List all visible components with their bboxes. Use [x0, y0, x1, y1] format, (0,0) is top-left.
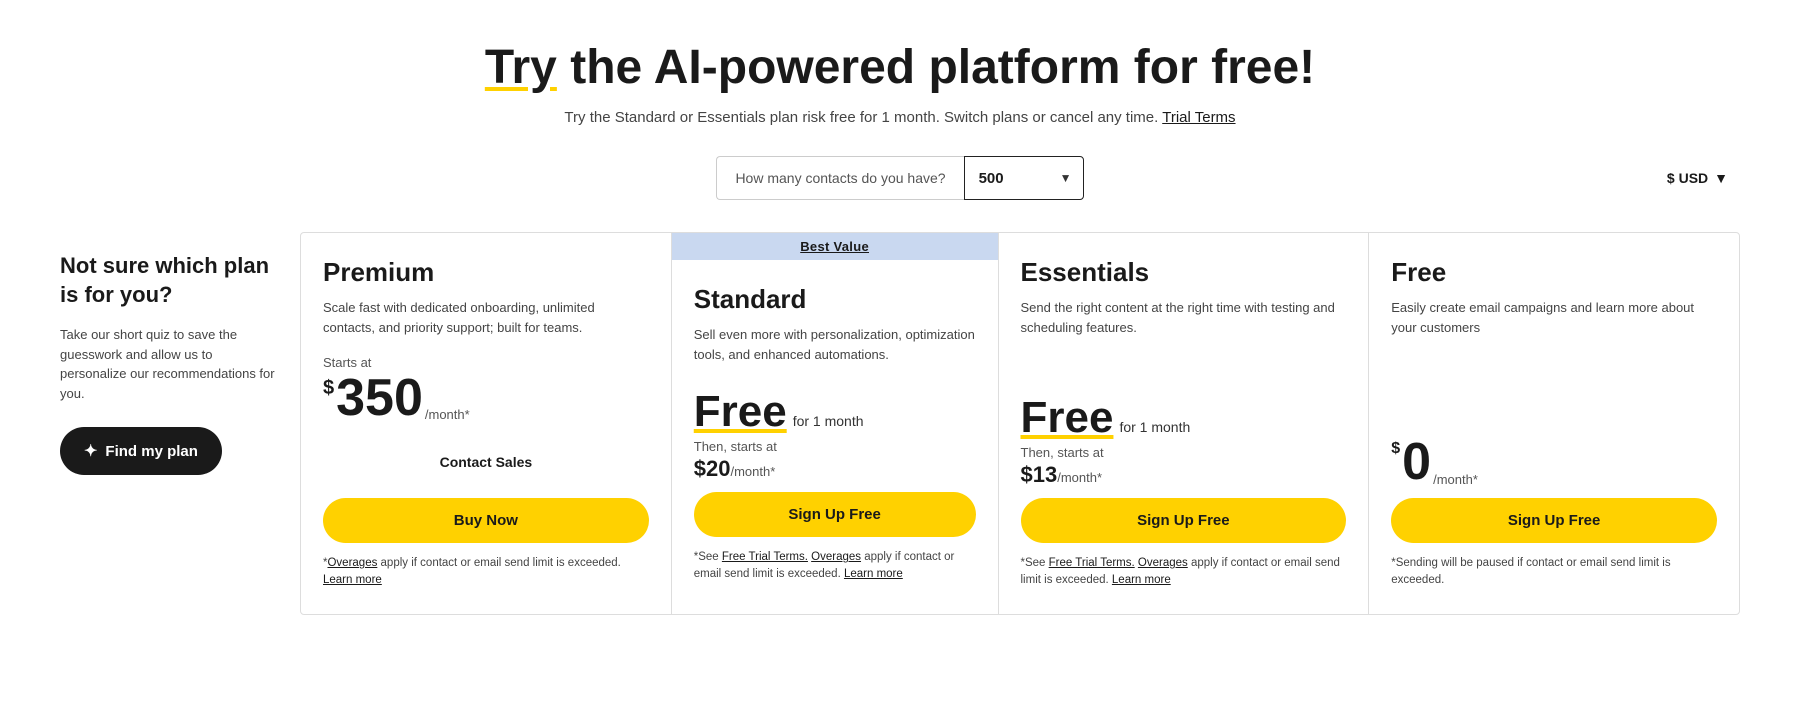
- plan-col-premium: Premium Scale fast with dedicated onboar…: [301, 233, 672, 614]
- overages-link-essentials[interactable]: Overages: [1138, 557, 1188, 569]
- plan-footnote-free: *Sending will be paused if contact or em…: [1391, 555, 1717, 590]
- plan-footnote-premium: *Overages apply if contact or email send…: [323, 555, 649, 590]
- chevron-down-icon: ▼: [1714, 170, 1728, 186]
- plan-col-standard-outer: Best Value Standard Sell even more with …: [672, 233, 999, 614]
- plan-pricing-premium: Starts at $ 350 /month*: [323, 355, 649, 424]
- plan-pricing-standard: Free for 1 month Then, starts at $20/mon…: [694, 387, 976, 482]
- page-title: Try the AI-powered platform for free!: [60, 40, 1740, 95]
- contacts-select[interactable]: 500 1,000 2,500 5,000 10,000 25,000 50,0…: [964, 156, 1084, 200]
- sign-up-free-button-essentials[interactable]: Sign Up Free: [1021, 498, 1347, 543]
- plan-description-free: Easily create email campaigns and learn …: [1391, 298, 1717, 418]
- controls-row: How many contacts do you have? 500 1,000…: [60, 156, 1740, 200]
- plan-description-standard: Sell even more with personalization, opt…: [694, 325, 976, 369]
- plan-col-standard: Standard Sell even more with personaliza…: [672, 260, 998, 608]
- plan-footnote-essentials: *See Free Trial Terms. Overages apply if…: [1021, 555, 1347, 590]
- plan-name-essentials: Essentials: [1021, 257, 1347, 288]
- quiz-sidebar: Not sure which plan is for you? Take our…: [60, 232, 300, 615]
- quiz-description: Take our short quiz to save the guesswor…: [60, 325, 280, 403]
- best-value-banner[interactable]: Best Value: [672, 233, 998, 260]
- page-header: Try the AI-powered platform for free! Tr…: [60, 40, 1740, 126]
- price-main-premium: $ 350 /month*: [323, 372, 649, 424]
- then-price-label-essentials: Then, starts at: [1021, 445, 1347, 460]
- plans-grid: Premium Scale fast with dedicated onboar…: [300, 232, 1740, 615]
- sparkle-icon: ✦: [84, 441, 97, 461]
- overages-link[interactable]: Overages: [327, 557, 377, 569]
- learn-more-link-essentials[interactable]: Learn more: [1112, 574, 1171, 586]
- contacts-select-wrapper[interactable]: 500 1,000 2,500 5,000 10,000 25,000 50,0…: [964, 156, 1084, 200]
- plan-pricing-essentials: Free for 1 month Then, starts at $13/mon…: [1021, 393, 1347, 488]
- plan-name-free: Free: [1391, 257, 1717, 288]
- then-price-label-standard: Then, starts at: [694, 439, 976, 454]
- currency-selector[interactable]: $ USD ▼: [1655, 162, 1740, 194]
- contact-sales-link[interactable]: Contact Sales: [323, 454, 649, 470]
- contacts-label: How many contacts do you have?: [716, 156, 963, 200]
- learn-more-link[interactable]: Learn more: [323, 574, 382, 586]
- learn-more-link-standard[interactable]: Learn more: [844, 568, 903, 580]
- trial-terms-link[interactable]: Trial Terms: [1162, 109, 1235, 126]
- free-trial-terms-link-essentials[interactable]: Free Trial Terms.: [1049, 557, 1135, 569]
- plan-name-standard: Standard: [694, 284, 976, 315]
- free-trial-terms-link-standard[interactable]: Free Trial Terms.: [722, 551, 808, 563]
- main-content: Not sure which plan is for you? Take our…: [60, 232, 1740, 615]
- buy-now-button[interactable]: Buy Now: [323, 498, 649, 543]
- zero-price-free: $ 0 /month*: [1391, 436, 1717, 488]
- plan-name-premium: Premium: [323, 257, 649, 288]
- starts-at-label: Starts at: [323, 355, 649, 370]
- overages-link-standard[interactable]: Overages: [811, 551, 861, 563]
- sign-up-free-button-standard[interactable]: Sign Up Free: [694, 492, 976, 537]
- page-subtitle: Try the Standard or Essentials plan risk…: [60, 109, 1740, 126]
- plan-col-free: Free Easily create email campaigns and l…: [1369, 233, 1739, 614]
- plan-col-essentials: Essentials Send the right content at the…: [999, 233, 1370, 614]
- quiz-heading: Not sure which plan is for you?: [60, 252, 280, 309]
- plan-description-essentials: Send the right content at the right time…: [1021, 298, 1347, 375]
- find-my-plan-button[interactable]: ✦ Find my plan: [60, 427, 222, 475]
- free-price-essentials: Free for 1 month: [1021, 393, 1347, 443]
- plan-description-premium: Scale fast with dedicated onboarding, un…: [323, 298, 649, 337]
- free-price-standard: Free for 1 month: [694, 387, 976, 437]
- plan-footnote-standard: *See Free Trial Terms. Overages apply if…: [694, 549, 976, 584]
- plan-pricing-free: $ 0 /month*: [1391, 436, 1717, 488]
- sign-up-free-button-free[interactable]: Sign Up Free: [1391, 498, 1717, 543]
